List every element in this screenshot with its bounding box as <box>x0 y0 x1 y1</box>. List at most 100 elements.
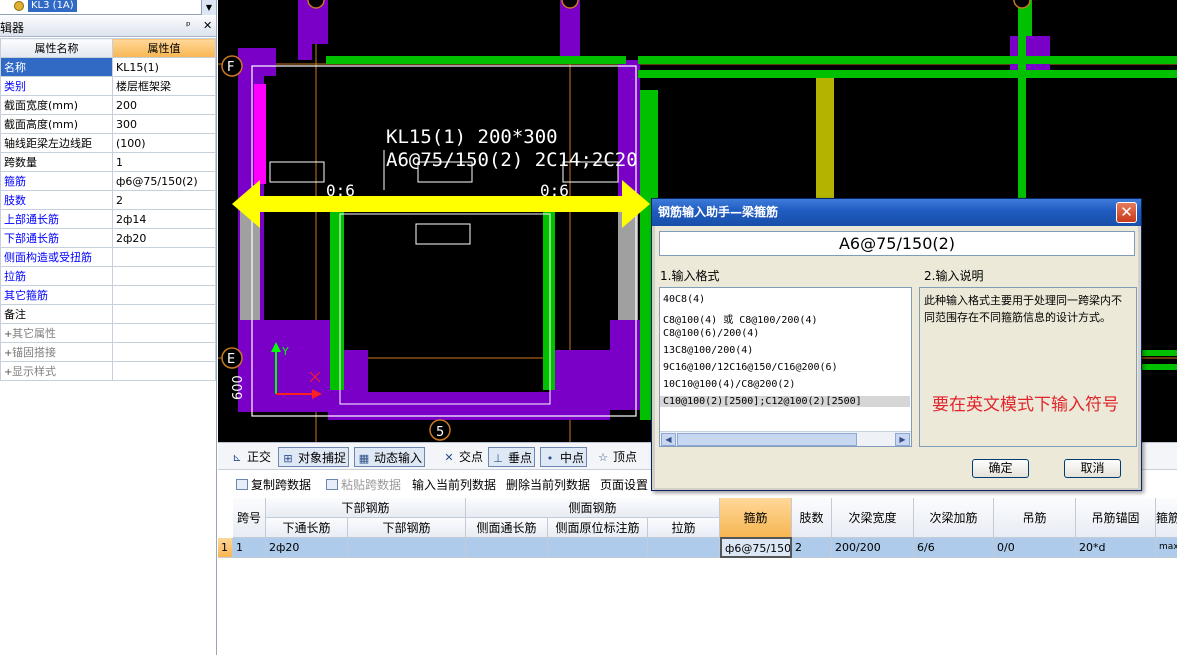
format-list-item[interactable]: 40C8(4) <box>663 294 705 305</box>
grid-header-secondary-bar[interactable]: 次梁加筋 <box>914 498 994 538</box>
component-selector[interactable]: KL3 (1A) ▼ <box>0 0 216 15</box>
property-row[interactable]: 上部通长筋 2ф14 <box>0 209 216 229</box>
scroll-left-icon[interactable]: ◀ <box>661 433 676 446</box>
chevron-down-icon[interactable]: ▼ <box>201 0 216 15</box>
midpoint-snap[interactable]: • 中点 <box>540 447 588 467</box>
grid-header-legs[interactable]: 肢数 <box>792 498 832 538</box>
scroll-right-icon[interactable]: ▶ <box>895 433 910 446</box>
property-value[interactable] <box>112 323 216 343</box>
grid-header-hanger[interactable]: 吊筋 <box>994 498 1076 538</box>
grid-cell-secondary-bar[interactable]: 6/6 <box>914 538 994 558</box>
grid-header-bottom-through[interactable]: 下通长筋 <box>266 518 348 538</box>
property-row[interactable]: 侧面构造或受扭筋 <box>0 247 216 267</box>
page-setup-button[interactable]: 页面设置 <box>600 476 648 493</box>
paste-span-button[interactable]: 粘贴跨数据 <box>326 476 401 493</box>
column-header-value: 属性值 <box>112 38 216 58</box>
grid-cell-tie[interactable] <box>648 538 720 558</box>
property-value[interactable]: KL15(1) <box>112 57 216 77</box>
grid-header-side-through[interactable]: 侧面通长筋 <box>466 518 548 538</box>
grid-cell-hanger[interactable]: 0/0 <box>994 538 1076 558</box>
property-value[interactable]: 2ф14 <box>112 209 216 229</box>
expand-icon[interactable]: + <box>4 348 12 359</box>
grid-header-stirrup[interactable]: 箍筋 <box>720 498 792 538</box>
grid-cell-legs[interactable]: 2 <box>792 538 832 558</box>
grid-cell-stirrup[interactable]: ф6@75/150 <box>720 537 792 558</box>
grid-cell-side-original[interactable] <box>548 538 648 558</box>
grid-header-span[interactable]: 跨号 <box>233 498 266 538</box>
expand-icon[interactable]: + <box>4 367 12 378</box>
property-row[interactable]: 备注 <box>0 304 216 324</box>
format-list-item[interactable]: C10@100(2)[2500];C12@100(2)[2500] <box>660 396 910 407</box>
property-row[interactable]: 名称 KL15(1) <box>0 57 216 77</box>
property-value[interactable]: 2 <box>112 190 216 210</box>
property-row[interactable]: 箍筋 ф6@75/150(2) <box>0 171 216 191</box>
property-value[interactable]: ф6@75/150(2) <box>112 171 216 191</box>
grid-cell-span[interactable]: 1 <box>233 538 266 558</box>
property-row[interactable]: 轴线距梁左边线距 (100) <box>0 133 216 153</box>
delete-column-button[interactable]: 删除当前列数据 <box>506 476 590 493</box>
rebar-input-field[interactable]: A6@75/150(2) <box>659 231 1135 256</box>
object-snap-toggle[interactable]: ⊞ 对象捕捉 <box>278 447 350 467</box>
close-icon[interactable]: ✕ <box>203 19 212 32</box>
input-column-button[interactable]: 输入当前列数据 <box>412 476 496 493</box>
grid-row-index[interactable]: 1 <box>218 538 233 558</box>
grid-cell-cut[interactable]: max <box>1156 538 1177 558</box>
property-value[interactable]: 楼层框架梁 <box>112 76 216 96</box>
property-value[interactable]: 300 <box>112 114 216 134</box>
property-value[interactable] <box>112 304 216 324</box>
beam <box>1138 350 1177 356</box>
format-list-item[interactable]: 13C8@100/200(4) <box>663 345 753 356</box>
property-row[interactable]: 肢数 2 <box>0 190 216 210</box>
format-list-item[interactable]: C8@100(4) 或 C8@100/200(4) <box>663 311 818 326</box>
property-value[interactable] <box>112 285 216 305</box>
grid-cell-bottom-bar[interactable] <box>348 538 466 558</box>
copy-span-button[interactable]: 复制跨数据 <box>236 476 311 493</box>
dialog-title[interactable]: 钢筋输入助手—梁箍筋 <box>652 199 1141 226</box>
perpendicular-snap[interactable]: ⊥ 垂点 <box>488 447 536 467</box>
property-row[interactable]: 跨数量 1 <box>0 152 216 172</box>
cancel-button[interactable]: 取消 <box>1064 459 1121 478</box>
grid-header-secondary-width[interactable]: 次梁宽度 <box>832 498 914 538</box>
format-list[interactable]: 40C8(4) C8@100(4) 或 C8@100/200(4) C8@100(6… <box>659 287 912 447</box>
property-row[interactable]: 截面高度(mm) 300 <box>0 114 216 134</box>
property-value[interactable] <box>112 266 216 286</box>
property-value[interactable] <box>112 361 216 381</box>
close-icon[interactable]: ✕ <box>1116 202 1137 223</box>
expand-icon[interactable]: + <box>4 329 12 340</box>
property-value[interactable] <box>112 342 216 362</box>
property-row[interactable]: +锚固搭接 <box>0 342 216 362</box>
property-row[interactable]: 类别 楼层框架梁 <box>0 76 216 96</box>
property-value[interactable]: 1 <box>112 152 216 172</box>
dynamic-input-toggle[interactable]: ▦ 动态输入 <box>354 447 426 467</box>
ortho-toggle[interactable]: ⊾ 正交 <box>228 447 273 467</box>
property-value[interactable]: (100) <box>112 133 216 153</box>
property-name: 截面宽度(mm) <box>0 95 113 115</box>
horizontal-scrollbar[interactable]: ◀ ▶ <box>660 431 911 446</box>
ok-button[interactable]: 确定 <box>972 459 1029 478</box>
property-value[interactable]: 200 <box>112 95 216 115</box>
format-list-item[interactable]: 9C16@100/12C16@150/C16@200(6) <box>663 362 838 373</box>
property-value[interactable]: 2ф20 <box>112 228 216 248</box>
format-list-item[interactable]: C8@100(6)/200(4) <box>663 328 759 339</box>
grid-header-side-original[interactable]: 侧面原位标注筋 <box>548 518 648 538</box>
vertex-snap[interactable]: ☆ 顶点 <box>594 447 639 467</box>
grid-cell-secondary-width[interactable]: 200/200 <box>832 538 914 558</box>
property-row[interactable]: +其它属性 <box>0 323 216 343</box>
intersection-snap[interactable]: ✕ 交点 <box>440 447 485 467</box>
property-value[interactable] <box>112 247 216 267</box>
property-row[interactable]: 下部通长筋 2ф20 <box>0 228 216 248</box>
grid-cell-hanger-anchor[interactable]: 20*d <box>1076 538 1156 558</box>
grid-header-tie[interactable]: 拉筋 <box>648 518 720 538</box>
property-row[interactable]: 其它箍筋 <box>0 285 216 305</box>
scroll-thumb[interactable] <box>677 433 857 446</box>
property-row[interactable]: 截面宽度(mm) 200 <box>0 95 216 115</box>
pin-icon[interactable]: ᵖ <box>186 19 191 32</box>
format-list-item[interactable]: 10C10@100(4)/C8@200(2) <box>663 379 795 390</box>
grid-cell-side-through[interactable] <box>466 538 548 558</box>
grid-header-hanger-anchor[interactable]: 吊筋锚固 <box>1076 498 1156 538</box>
property-row[interactable]: +显示样式 <box>0 361 216 381</box>
grid-header-bottom-bar[interactable]: 下部钢筋 <box>348 518 466 538</box>
grid-cell-bottom-through[interactable]: 2ф20 <box>266 538 348 558</box>
grid-header-cut[interactable]: 箍筋 <box>1156 498 1177 538</box>
property-row[interactable]: 拉筋 <box>0 266 216 286</box>
